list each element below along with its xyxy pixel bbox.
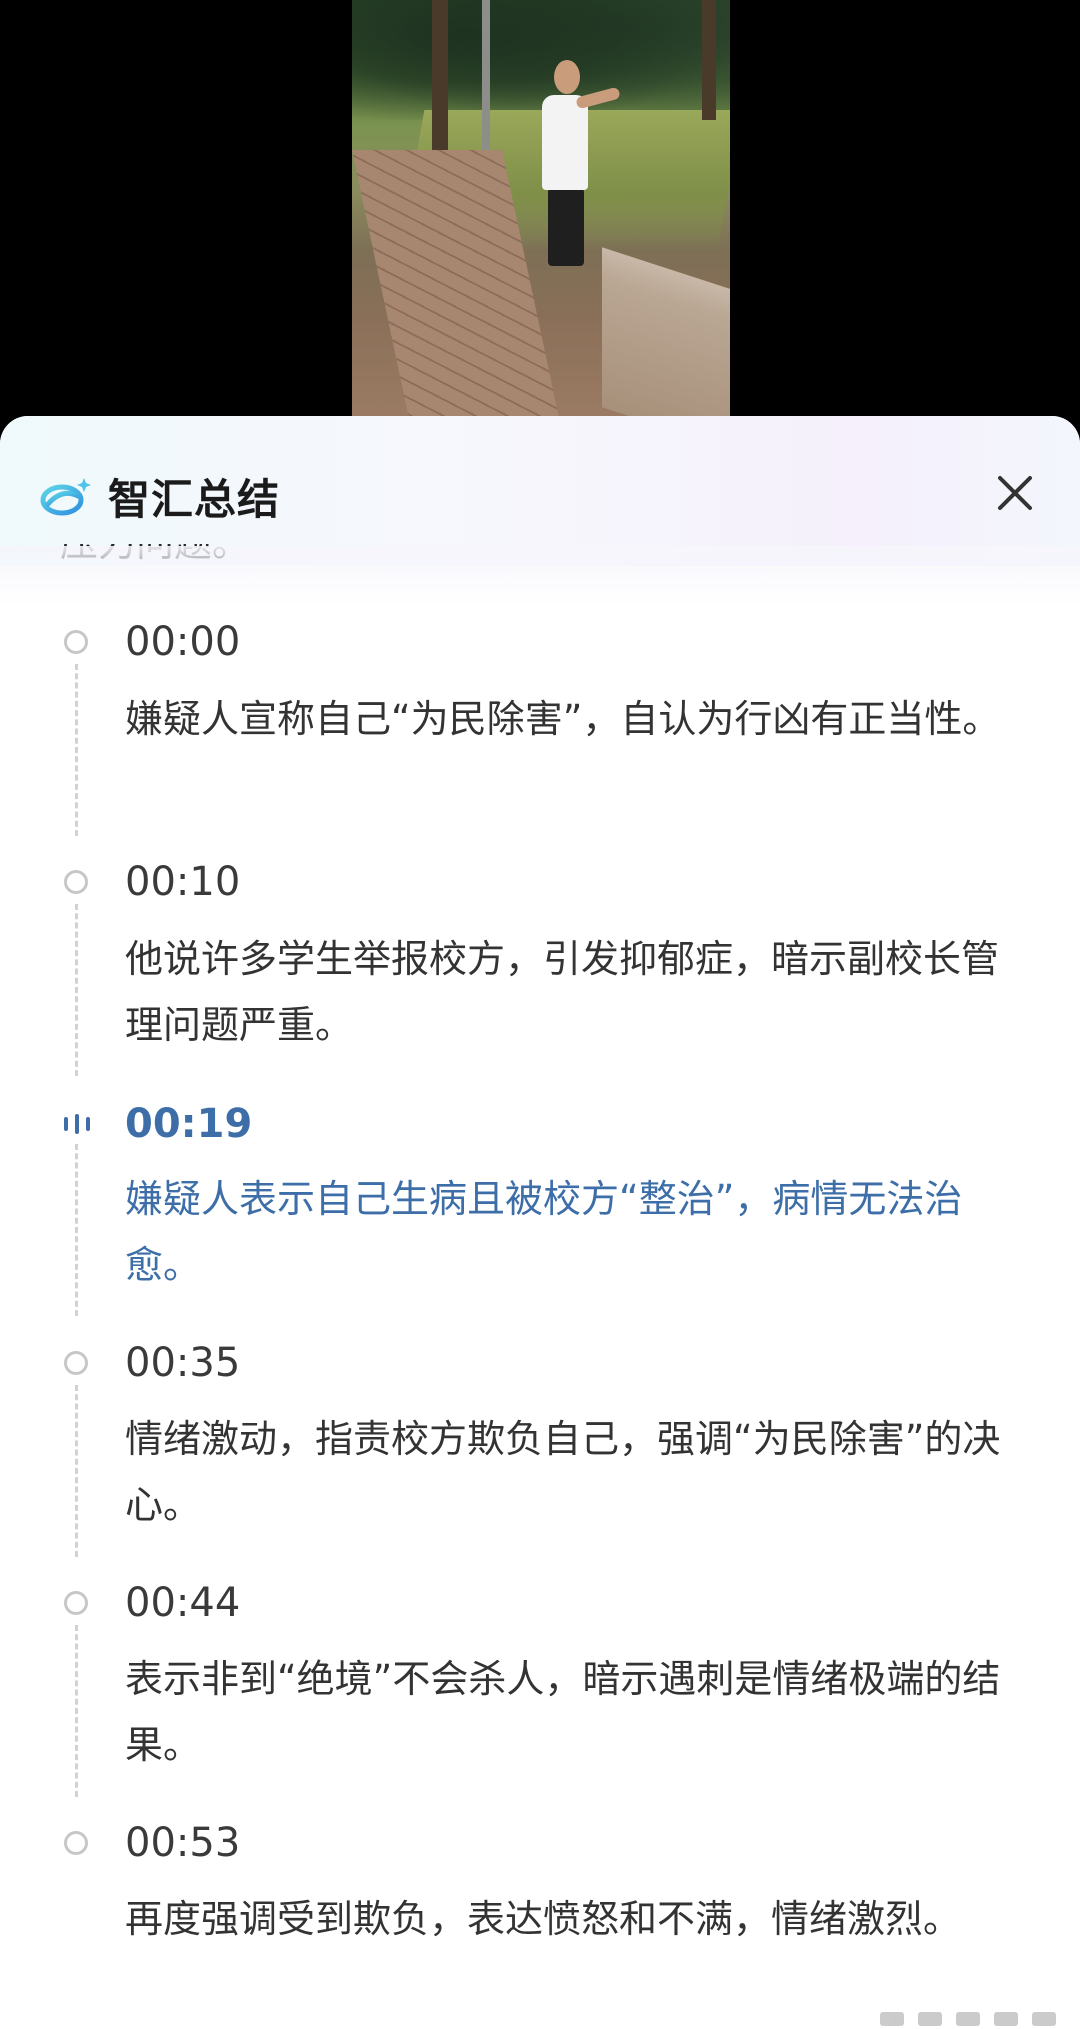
watermark-block bbox=[880, 2011, 904, 2026]
watermark-bar bbox=[880, 2008, 1070, 2029]
timeline-dot-icon bbox=[64, 1351, 88, 1375]
watermark-block bbox=[994, 2011, 1018, 2026]
video-area[interactable] bbox=[0, 0, 1080, 440]
timeline-timestamp[interactable]: 00:35 bbox=[125, 1338, 240, 1388]
timeline-timestamp[interactable]: 00:19 bbox=[125, 1099, 252, 1149]
timeline-description: 嫌疑人表示自己生病且被校方“整治”，病情无法治愈。 bbox=[125, 1177, 963, 1287]
timeline-timestamp[interactable]: 00:53 bbox=[125, 1818, 240, 1868]
timeline-description: 嫌疑人宣称自己“为民除害”，自认为行凶有正当性。 bbox=[125, 697, 1001, 741]
timeline-description: 情绪激动，指责校方欺负自己，强调“为民除害”的决心。 bbox=[125, 1417, 1001, 1527]
panel-title: 智汇总结 bbox=[108, 474, 281, 524]
panel-title-row: 智汇总结 bbox=[40, 466, 280, 526]
video-frame[interactable] bbox=[352, 0, 730, 420]
timeline-dot-icon bbox=[64, 630, 88, 654]
timeline-dot-icon bbox=[64, 870, 88, 894]
timeline-description: 他说许多学生举报校方，引发抑郁症，暗示副校长管理问题严重。 bbox=[125, 937, 1000, 1047]
video-person-body bbox=[542, 95, 588, 190]
video-person-head bbox=[554, 60, 580, 94]
close-icon[interactable] bbox=[995, 473, 1035, 513]
watermark-block bbox=[956, 2011, 980, 2026]
timeline-timestamp[interactable]: 00:44 bbox=[125, 1578, 240, 1628]
timeline-connector bbox=[75, 1625, 78, 1797]
timeline-description: 表示非到“绝境”不会杀人，暗示遇刺是情绪极端的结果。 bbox=[125, 1657, 1001, 1767]
panel-header-fade bbox=[0, 546, 1080, 606]
timeline-connector bbox=[75, 1144, 78, 1316]
video-trees bbox=[352, 0, 730, 120]
close-button[interactable] bbox=[990, 468, 1040, 518]
video-stone-ledge bbox=[602, 247, 730, 420]
timeline-timestamp[interactable]: 00:10 bbox=[125, 857, 240, 907]
timeline-dot-icon bbox=[64, 1831, 88, 1855]
watermark-block bbox=[1032, 2011, 1056, 2026]
zhihui-logo-icon bbox=[40, 474, 92, 518]
timeline-dot-icon bbox=[64, 1591, 88, 1615]
summary-panel: 压力问题。 智汇总结 00 bbox=[0, 416, 1080, 2029]
timeline-connector bbox=[75, 664, 78, 836]
playing-bars-icon bbox=[64, 1113, 90, 1135]
timeline-connector bbox=[75, 904, 78, 1076]
timeline-description: 再度强调受到欺负，表达愤怒和不满，情绪激烈。 bbox=[125, 1897, 962, 1941]
timeline-timestamp[interactable]: 00:00 bbox=[125, 617, 240, 667]
video-person-legs bbox=[548, 188, 584, 266]
timeline-connector bbox=[75, 1385, 78, 1557]
watermark-block bbox=[918, 2011, 942, 2026]
video-tree-trunk bbox=[702, 0, 716, 120]
